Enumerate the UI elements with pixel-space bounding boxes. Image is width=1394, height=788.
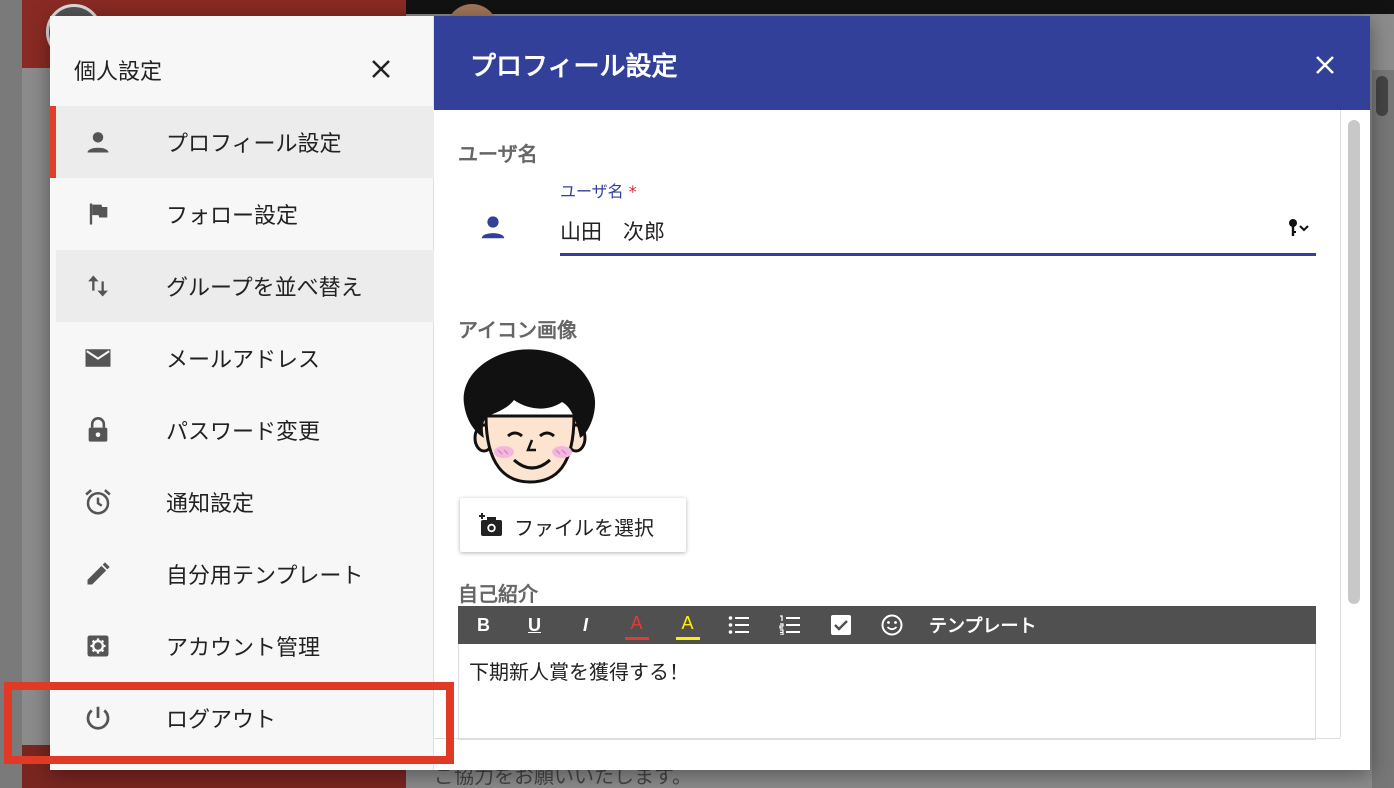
smiley-icon [881, 614, 902, 636]
template-label: テンプレート [929, 616, 1037, 636]
profile-panel-header: プロフィール設定 [434, 16, 1370, 110]
panel-scrollbar-thumb[interactable] [1348, 120, 1360, 604]
bold-label: B [477, 614, 490, 635]
panel-inner-border-bottom [434, 738, 1340, 739]
sidebar-item-label: フォロー設定 [166, 204, 299, 229]
italic-button[interactable]: I [560, 606, 611, 644]
highlight-bar [676, 637, 700, 640]
sidebar-item-label: 通知設定 [166, 492, 255, 517]
sidebar-item-sort-groups[interactable]: グループを並べ替え [56, 250, 434, 322]
background-scrollbar [1372, 70, 1394, 788]
password-manager-button[interactable] [1286, 216, 1314, 240]
username-label-text: ユーザ名 [560, 182, 624, 201]
panel-close-button[interactable] [1310, 50, 1340, 80]
bullet-list-icon [728, 616, 749, 634]
panel-inner-border [1340, 110, 1341, 738]
settings-sidebar: 個人設定 プロフィール設定 フォロー設定 グループを並べ替え メールアドレス パ… [50, 16, 434, 770]
numbered-list-icon [778, 615, 800, 635]
editor-toolbar: B U I A A テンプレート [458, 606, 1316, 644]
highlight-button[interactable]: A [662, 606, 713, 644]
font-color-label: A [630, 612, 643, 633]
sidebar-header: 個人設定 [50, 16, 434, 106]
background-right-header [406, 0, 1394, 14]
profile-panel: プロフィール設定 ユーザ名 ユーザ名 * アイコン画像 [434, 16, 1370, 770]
sidebar-item-follow[interactable]: フォロー設定 [50, 178, 434, 250]
checkbox-button[interactable] [815, 606, 866, 644]
bold-button[interactable]: B [458, 606, 509, 644]
sidebar-item-email[interactable]: メールアドレス [50, 322, 434, 394]
sidebar-item-label: 自分用テンプレート [166, 564, 364, 589]
underline-label: U [528, 614, 541, 635]
sidebar-item-profile[interactable]: プロフィール設定 [50, 106, 434, 178]
swap-vert-icon [82, 270, 114, 302]
select-file-label: ファイルを選択 [514, 516, 654, 540]
sidebar-item-label: アカウント管理 [166, 636, 321, 661]
person-icon [82, 126, 114, 158]
alarm-icon [82, 486, 114, 518]
flag-icon [82, 198, 114, 230]
sidebar-item-my-templates[interactable]: 自分用テンプレート [50, 538, 434, 610]
sidebar-item-label: パスワード変更 [166, 420, 321, 445]
close-icon [372, 60, 390, 78]
lock-icon [82, 414, 114, 446]
panel-title: プロフィール設定 [470, 52, 678, 82]
required-mark: * [628, 182, 637, 201]
sidebar-item-label: グループを並べ替え [166, 276, 363, 301]
sidebar-item-password[interactable]: パスワード変更 [50, 394, 434, 466]
bio-section-title: 自己紹介 [458, 582, 538, 606]
close-icon [1316, 56, 1334, 74]
settings-icon [82, 630, 114, 662]
sidebar-item-account[interactable]: アカウント管理 [50, 610, 434, 682]
add-photo-icon [479, 513, 502, 536]
bullet-list-button[interactable] [713, 606, 764, 644]
sidebar-close-button[interactable] [366, 54, 396, 84]
numbered-list-button[interactable] [764, 606, 815, 644]
username-input[interactable] [560, 208, 1316, 256]
emoji-button[interactable] [866, 606, 917, 644]
sidebar-item-label: ログアウト [166, 708, 277, 733]
sidebar-item-label: メールアドレス [166, 348, 321, 373]
panel-scrollbar[interactable] [1344, 116, 1362, 736]
sidebar-item-logout[interactable]: ログアウト [50, 682, 434, 754]
sidebar-list: プロフィール設定 フォロー設定 グループを並べ替え メールアドレス パスワード変… [50, 106, 434, 754]
icon-section-title: アイコン画像 [458, 318, 577, 342]
highlight-label: A [681, 612, 694, 633]
sidebar-title: 個人設定 [74, 60, 163, 85]
bio-editor[interactable]: 下期新人賞を獲得する！ [458, 644, 1316, 740]
sidebar-item-notifications[interactable]: 通知設定 [50, 466, 434, 538]
checkbox-icon [830, 615, 851, 635]
username-section-title: ユーザ名 [458, 142, 538, 166]
template-button[interactable]: テンプレート [917, 606, 1048, 644]
username-field-label: ユーザ名 * [560, 178, 637, 202]
mail-icon [82, 342, 114, 374]
person-icon [481, 216, 505, 239]
power-icon [82, 702, 114, 734]
pencil-icon [82, 558, 114, 590]
font-color-button[interactable]: A [611, 606, 662, 644]
select-file-button[interactable]: ファイルを選択 [460, 498, 686, 552]
italic-label: I [582, 614, 588, 635]
underline-button[interactable]: U [509, 606, 560, 644]
font-color-bar [625, 637, 649, 640]
sidebar-item-label: プロフィール設定 [166, 132, 342, 157]
profile-avatar-image [463, 349, 596, 484]
bio-text: 下期新人賞を獲得する！ [469, 660, 689, 684]
key-icon [1289, 219, 1309, 236]
settings-modal: 個人設定 プロフィール設定 フォロー設定 グループを並べ替え メールアドレス パ… [50, 16, 1370, 770]
background-scrollbar-thumb [1376, 76, 1388, 116]
